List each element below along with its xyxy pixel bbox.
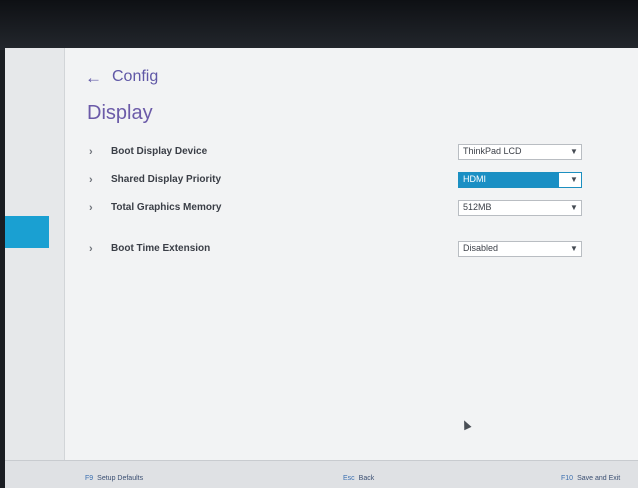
setting-row-shared-display-priority[interactable]: › Shared Display Priority HDMI ▼ — [87, 172, 617, 194]
monitor-bezel — [0, 0, 638, 50]
select-value: Disabled — [463, 243, 499, 253]
breadcrumb-config[interactable]: Config — [112, 68, 158, 86]
chevron-right-icon[interactable]: › — [89, 174, 93, 186]
hint-back[interactable]: Esc Back — [343, 475, 374, 482]
left-nav-panel — [5, 48, 65, 460]
nav-selection-indicator[interactable] — [5, 216, 49, 248]
setting-label: Boot Time Extension — [111, 243, 211, 254]
setting-label: Boot Display Device — [111, 146, 208, 157]
mouse-cursor-icon — [460, 418, 472, 431]
hint-label: Setup Defaults — [97, 475, 144, 482]
setting-row-boot-time-extension[interactable]: › Boot Time Extension Disabled ▼ — [87, 241, 617, 263]
chevron-right-icon[interactable]: › — [89, 146, 93, 158]
total-graphics-memory-select[interactable]: 512MB ▼ — [458, 200, 582, 216]
chevron-right-icon[interactable]: › — [89, 202, 93, 214]
hint-key: F10 — [561, 475, 574, 482]
dropdown-caret-icon[interactable]: ▼ — [567, 173, 581, 187]
select-value: 512MB — [463, 202, 492, 212]
hint-label: Save and Exit — [577, 475, 621, 482]
main-content: ← Config Display › Boot Display Device T… — [65, 48, 638, 460]
footer-hint-bar: F9 Setup Defaults Esc Back F10 Save and Exi… — [5, 460, 638, 488]
hint-key: Esc — [343, 475, 355, 482]
hint-setup-defaults[interactable]: F9 Setup Defaults — [85, 475, 143, 482]
select-value: HDMI — [463, 174, 486, 184]
setting-row-boot-display-device[interactable]: › Boot Display Device ThinkPad LCD ▼ — [87, 144, 617, 166]
select-value: ThinkPad LCD — [463, 146, 522, 156]
page-title: Display — [87, 102, 153, 124]
setting-row-total-graphics-memory[interactable]: › Total Graphics Memory 512MB ▼ — [87, 200, 617, 222]
breadcrumb[interactable]: ← Config — [85, 68, 158, 86]
shared-display-priority-select[interactable]: HDMI ▼ — [458, 172, 582, 188]
dropdown-caret-icon[interactable]: ▼ — [567, 201, 581, 215]
dropdown-caret-icon[interactable]: ▼ — [567, 242, 581, 256]
dropdown-caret-icon[interactable]: ▼ — [567, 145, 581, 159]
hint-save-and-exit[interactable]: F10 Save and Exit — [561, 475, 620, 482]
setting-label: Total Graphics Memory — [111, 202, 222, 213]
boot-time-extension-select[interactable]: Disabled ▼ — [458, 241, 582, 257]
setting-label: Shared Display Priority — [111, 174, 222, 185]
back-arrow-icon[interactable]: ← — [85, 69, 102, 86]
hint-key: F9 — [85, 475, 94, 482]
boot-display-device-select[interactable]: ThinkPad LCD ▼ — [458, 144, 582, 160]
hint-label: Back — [358, 475, 375, 482]
bios-screen: ← Config Display › Boot Display Device T… — [5, 48, 638, 488]
chevron-right-icon[interactable]: › — [89, 243, 93, 255]
